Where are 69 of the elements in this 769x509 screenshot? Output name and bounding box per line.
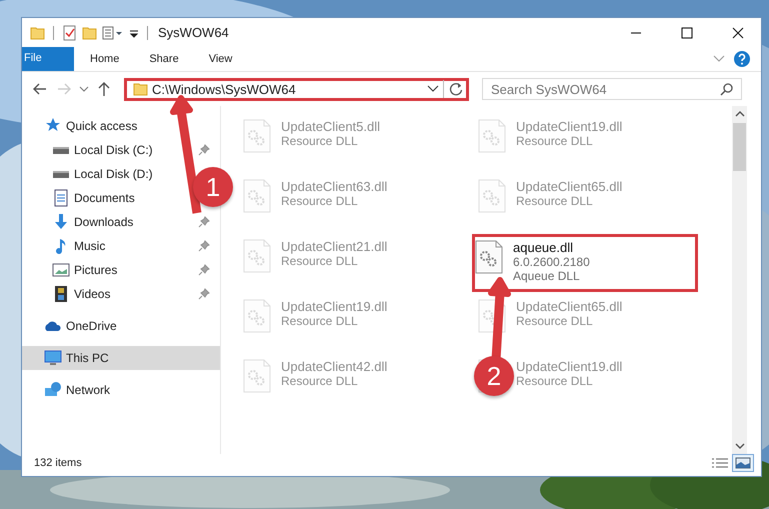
- search-icon[interactable]: [720, 82, 734, 96]
- file-name: UpdateClient65.dll: [516, 299, 622, 314]
- file-name: UpdateClient19.dll: [516, 359, 622, 374]
- ribbon-tab[interactable]: Home: [76, 47, 134, 71]
- sidebar-item[interactable]: Local Disk (C:): [22, 138, 220, 162]
- folder-icon: [133, 81, 148, 97]
- file-description: Resource DLL: [516, 314, 594, 328]
- file-version: 6.0.2600.2180: [513, 255, 590, 269]
- file-name: UpdateClient19.dll: [516, 119, 622, 134]
- address-bar[interactable]: C:\Windows\SysWOW64: [124, 78, 469, 100]
- sidebar-item[interactable]: Documents: [22, 186, 145, 210]
- view-options-icon[interactable]: [102, 24, 124, 40]
- file-name: UpdateClient65.dll: [516, 179, 622, 194]
- pin-icon[interactable]: [198, 240, 210, 252]
- expand-ribbon-icon[interactable]: [713, 54, 725, 64]
- file-name: UpdateClient21.dll: [281, 239, 388, 254]
- sidebar-item[interactable]: Downloads: [22, 210, 220, 234]
- help-icon[interactable]: [733, 50, 751, 68]
- film-icon: [52, 285, 70, 303]
- window-title: SysWOW64: [158, 25, 229, 40]
- drive-icon: [53, 146, 69, 154]
- ribbon-tab[interactable]: View: [194, 47, 246, 71]
- refresh-icon[interactable]: [448, 81, 464, 97]
- sidebar-item[interactable]: Local Disk (D:): [22, 162, 163, 186]
- pin-icon[interactable]: [198, 264, 210, 276]
- sidebar-item[interactable]: This PC: [22, 346, 220, 370]
- file-name: UpdateClient42.dll: [281, 359, 388, 374]
- file-description: Resource DLL: [516, 134, 594, 148]
- large-icons-view-icon[interactable]: [733, 455, 753, 471]
- search-field[interactable]: Search SysWOW64: [482, 78, 742, 100]
- sidebar-item[interactable]: Network: [22, 378, 120, 402]
- address-path: C:\Windows\SysWOW64: [152, 82, 297, 96]
- file-name: UpdateClient63.dll: [281, 179, 388, 194]
- file-tab[interactable]: File: [22, 47, 74, 71]
- file-name: UpdateClient5.dll: [281, 119, 380, 134]
- computer-icon: [44, 349, 62, 367]
- file-description: Resource DLL: [516, 374, 594, 388]
- file-description: Aqueue DLL: [513, 269, 581, 283]
- file-item[interactable]: aqueue.dll 6.0.2600.2180 Aqueue DLL: [472, 234, 698, 292]
- download-icon: [52, 213, 70, 231]
- pin-icon[interactable]: [198, 216, 210, 228]
- file-description: Resource DLL: [516, 194, 594, 208]
- sidebar-item[interactable]: Quick access: [22, 114, 148, 138]
- ribbon-tab[interactable]: Share: [135, 47, 193, 71]
- file-description: Resource DLL: [281, 314, 359, 328]
- file-description: Resource DLL: [281, 194, 359, 208]
- scroll-up-icon[interactable]: [734, 109, 746, 119]
- file-description: Resource DLL: [281, 134, 359, 148]
- document-icon: [52, 189, 70, 207]
- drive-icon: [53, 170, 69, 178]
- dropdown-icon[interactable]: [427, 84, 439, 94]
- file-name: aqueue.dll: [513, 240, 574, 255]
- pin-icon[interactable]: [198, 144, 210, 156]
- file-description: Resource DLL: [281, 374, 359, 388]
- scroll-thumb[interactable]: [733, 123, 746, 171]
- file-description: Resource DLL: [281, 254, 359, 268]
- file-name: UpdateClient19.dll: [281, 299, 388, 314]
- item-count: 132 items: [34, 457, 82, 469]
- pin-icon[interactable]: [198, 288, 210, 300]
- picture-icon: [52, 261, 70, 279]
- sidebar-item[interactable]: OneDrive: [22, 314, 127, 338]
- scroll-down-icon[interactable]: [734, 441, 746, 451]
- sidebar-item[interactable]: Videos: [22, 282, 220, 306]
- music-note-icon: [56, 238, 66, 254]
- sidebar-item[interactable]: Music: [22, 234, 220, 258]
- properties-icon[interactable]: [62, 24, 77, 40]
- network-icon: [44, 381, 62, 399]
- sidebar-item[interactable]: Pictures: [22, 258, 220, 282]
- scrollbar[interactable]: [732, 106, 747, 454]
